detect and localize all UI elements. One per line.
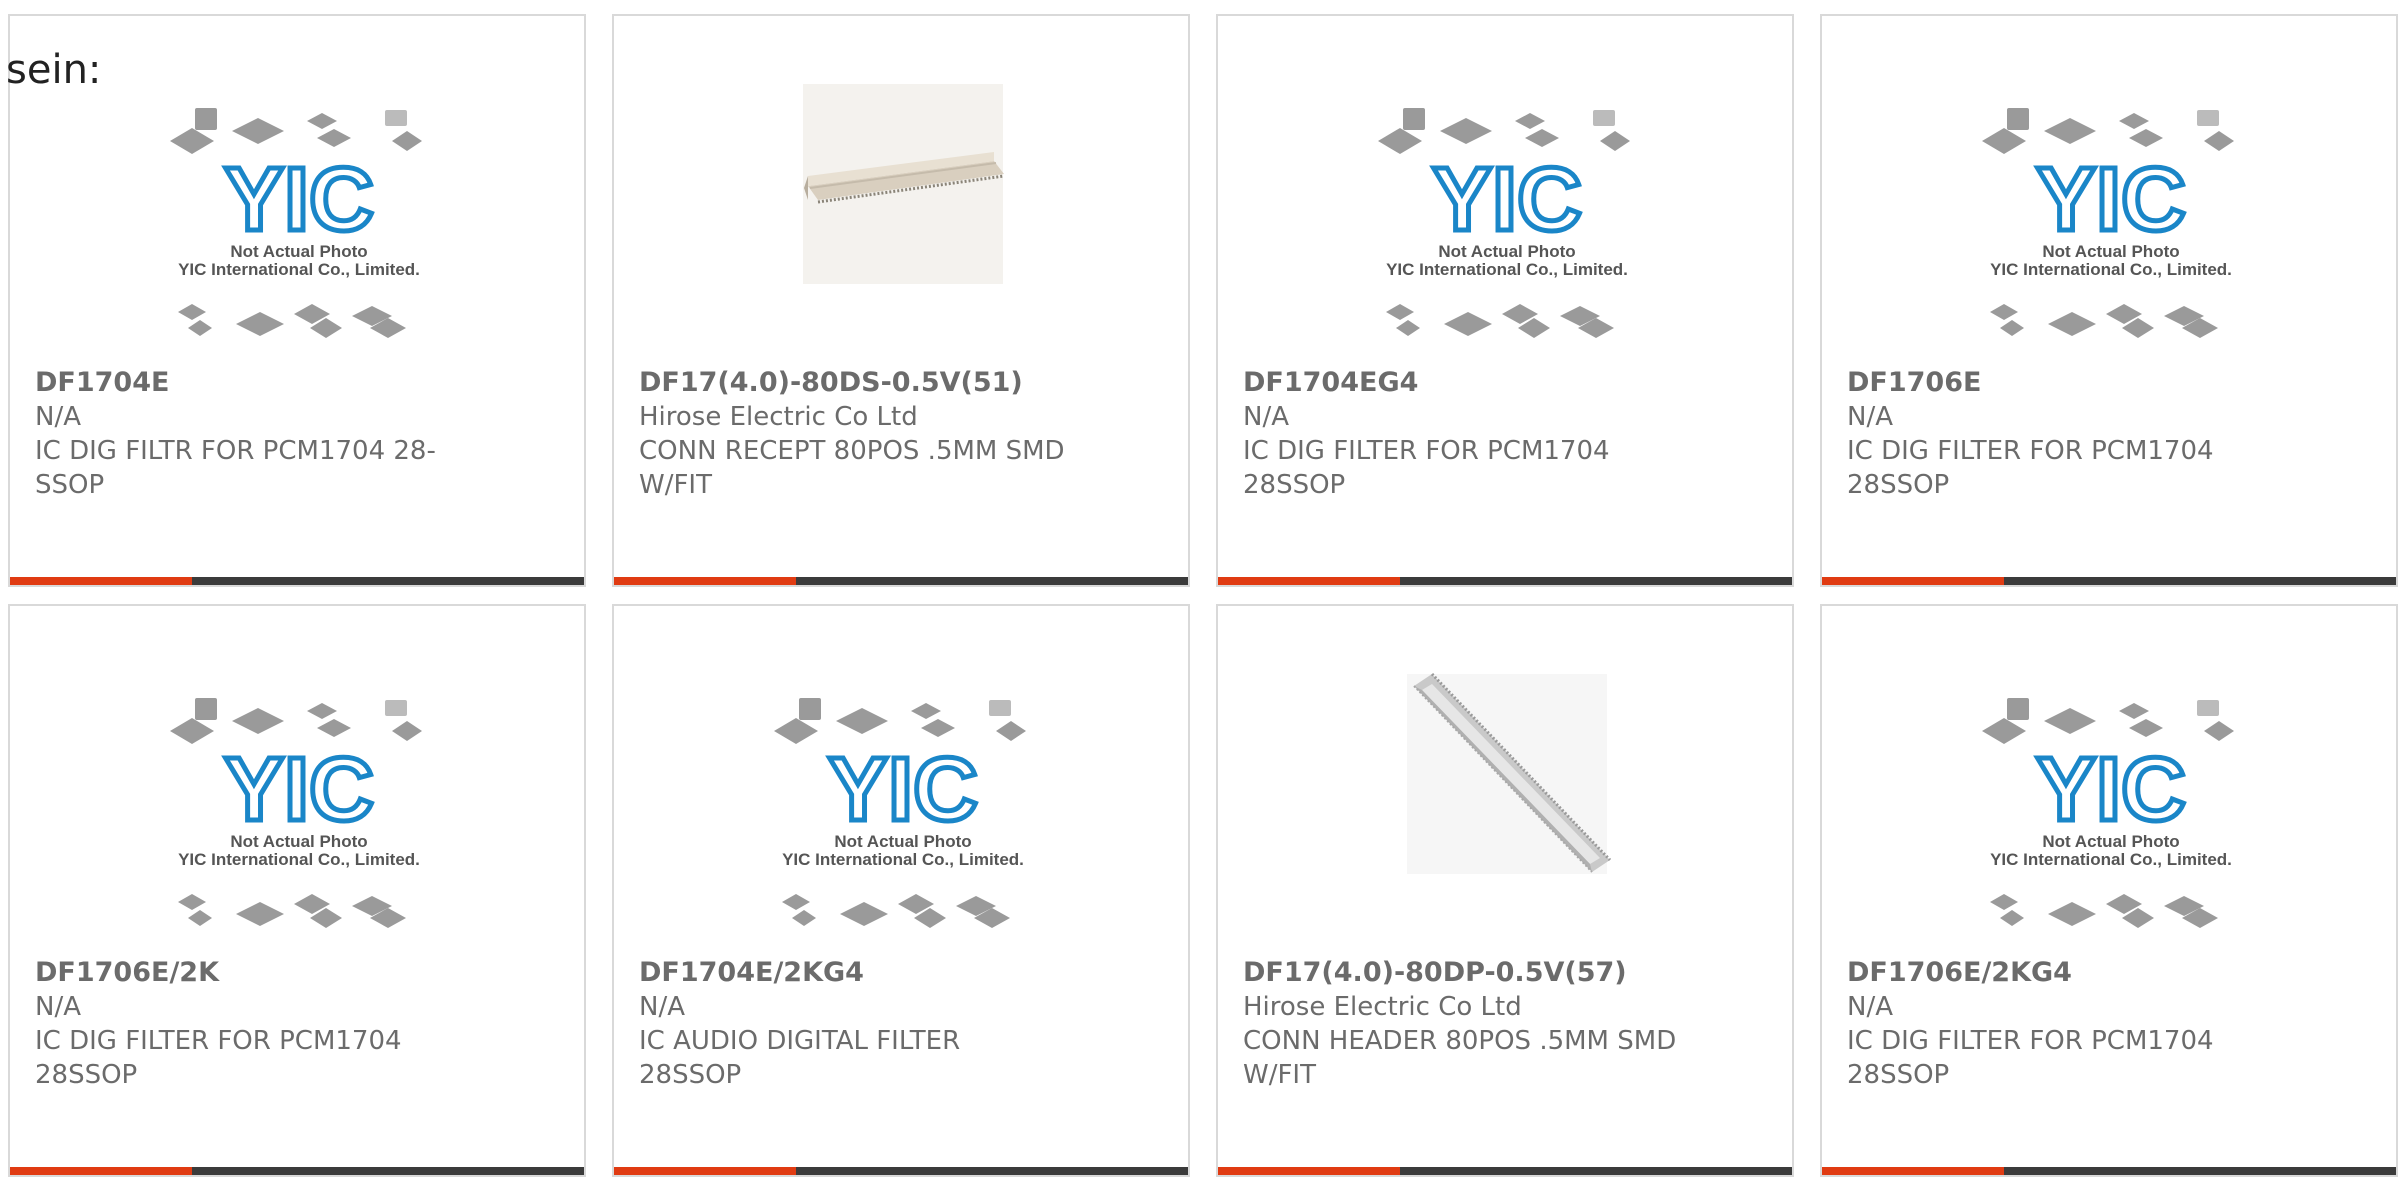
description-line: IC AUDIO DIGITAL FILTER [639,1026,961,1056]
product-card[interactable]: YIC Not Actual Photo YIC International C… [1216,14,1794,587]
manufacturer: N/A [1243,402,1289,432]
manufacturer: N/A [1847,402,1893,432]
part-number[interactable]: DF1706E/2K [35,956,475,990]
part-number[interactable]: DF1706E [1847,366,2287,400]
placeholder-caption: YIC International Co., Limited. [1990,850,2232,869]
card-accent-bar [1822,1167,2396,1175]
description-line: IC DIG FILTER FOR PCM1704 [1847,436,2214,466]
card-accent-segment [1218,577,1400,585]
card-accent-bar [614,1167,1188,1175]
description-line: SSOP [35,470,105,500]
placeholder-image: YIC Not Actual Photo YIC International C… [10,606,584,946]
product-grid: YIC Not Actual Photo YIC International C… [0,0,2400,1177]
description-line: 28SSOP [1243,470,1346,500]
placeholder-caption: YIC International Co., Limited. [178,850,420,869]
product-card[interactable]: YIC Not Actual Photo YIC International C… [1820,604,2398,1177]
placeholder-image: YIC Not Actual Photo YIC International C… [1218,16,1792,356]
card-accent-bar [1822,577,2396,585]
description-line: IC DIG FILTER FOR PCM1704 [35,1026,402,1056]
manufacturer: N/A [1847,992,1893,1022]
description-line: IC DIG FILTR FOR PCM1704 28- [35,436,436,466]
description-line: W/FIT [639,470,712,500]
placeholder-caption: Not Actual Photo [230,242,367,261]
card-accent-segment [1822,577,2004,585]
card-accent-segment [10,577,192,585]
placeholder-image: YIC Not Actual Photo YIC International C… [1822,606,2396,946]
part-number[interactable]: DF1704E [35,366,475,400]
manufacturer: N/A [639,992,685,1022]
card-accent-segment [1218,1167,1400,1175]
yic-logo: YIC [2036,150,2186,250]
manufacturer: N/A [35,992,81,1022]
card-accent-bar [10,1167,584,1175]
card-accent-bar [1218,577,1792,585]
part-number[interactable]: DF1706E/2KG4 [1847,956,2287,990]
yic-logo: YIC [1432,150,1582,250]
part-number[interactable]: DF17(4.0)-80DP-0.5V(57) [1243,956,1683,990]
description-line: 28SSOP [35,1060,138,1090]
description-line: 28SSOP [1847,470,1950,500]
part-number[interactable]: DF17(4.0)-80DS-0.5V(51) [639,366,1079,400]
section-heading: sein: [6,47,102,93]
description-line: CONN HEADER 80POS .5MM SMD [1243,1026,1677,1056]
placeholder-caption: YIC International Co., Limited. [1990,260,2232,279]
part-number[interactable]: DF1704EG4 [1243,366,1683,400]
description-line: 28SSOP [1847,1060,1950,1090]
placeholder-caption: Not Actual Photo [1438,242,1575,261]
placeholder-caption: YIC International Co., Limited. [782,850,1024,869]
placeholder-image: YIC Not Actual Photo YIC International C… [1822,16,2396,356]
connector-header-image [1218,606,1792,946]
card-accent-segment [614,577,796,585]
yic-logo: YIC [224,150,374,250]
card-accent-segment [10,1167,192,1175]
manufacturer: N/A [35,402,81,432]
placeholder-caption: Not Actual Photo [2042,832,2179,851]
description-line: 28SSOP [639,1060,742,1090]
placeholder-caption: YIC International Co., Limited. [1386,260,1628,279]
placeholder-caption: Not Actual Photo [834,832,971,851]
manufacturer: Hirose Electric Co Ltd [639,402,918,432]
connector-receptacle-image [614,16,1188,356]
placeholder-image: YIC Not Actual Photo YIC International C… [614,606,1188,946]
placeholder-caption: YIC International Co., Limited. [178,260,420,279]
card-accent-segment [1822,1167,2004,1175]
manufacturer: Hirose Electric Co Ltd [1243,992,1522,1022]
product-card[interactable]: YIC Not Actual Photo YIC International C… [8,14,586,587]
description-line: IC DIG FILTER FOR PCM1704 [1243,436,1610,466]
yic-logo: YIC [2036,740,2186,840]
placeholder-caption: Not Actual Photo [230,832,367,851]
product-card[interactable]: DF17(4.0)-80DP-0.5V(57) Hirose Electric … [1216,604,1794,1177]
yic-logo: YIC [828,740,978,840]
product-card[interactable]: YIC Not Actual Photo YIC International C… [8,604,586,1177]
part-number[interactable]: DF1704E/2KG4 [639,956,1079,990]
placeholder-caption: Not Actual Photo [2042,242,2179,261]
card-accent-bar [614,577,1188,585]
description-line: CONN RECEPT 80POS .5MM SMD [639,436,1065,466]
card-accent-bar [1218,1167,1792,1175]
card-accent-segment [614,1167,796,1175]
yic-logo: YIC [224,740,374,840]
product-card[interactable]: DF17(4.0)-80DS-0.5V(51) Hirose Electric … [612,14,1190,587]
product-card[interactable]: YIC Not Actual Photo YIC International C… [612,604,1190,1177]
card-accent-bar [10,577,584,585]
description-line: IC DIG FILTER FOR PCM1704 [1847,1026,2214,1056]
product-card[interactable]: YIC Not Actual Photo YIC International C… [1820,14,2398,587]
description-line: W/FIT [1243,1060,1316,1090]
